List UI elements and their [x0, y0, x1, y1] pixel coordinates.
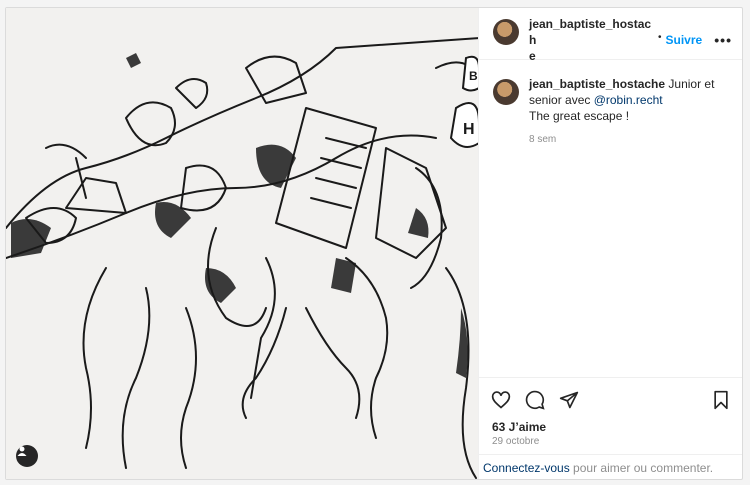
caption-text: jean_baptiste_hostache Junior et senior …	[529, 76, 719, 148]
post-date: 29 octobre	[492, 436, 540, 447]
likes-count[interactable]: 63 J’aime	[492, 420, 546, 434]
comic-illustration: B H	[6, 37, 478, 479]
login-link[interactable]: Connectez-vous	[483, 461, 570, 475]
login-prompt-text: pour aimer ou commenter.	[569, 461, 714, 475]
speech-letter: B	[469, 69, 478, 83]
post-sidebar: jean_baptiste_hostach e • Suivre ••• jea…	[479, 8, 742, 479]
speech-letter: H	[463, 121, 475, 138]
share-icon[interactable]	[559, 390, 579, 421]
username-link[interactable]: jean_baptiste_hostach e	[529, 16, 654, 64]
post-image[interactable]: B H	[6, 8, 479, 479]
caption-username[interactable]: jean_baptiste_hostache	[529, 77, 665, 91]
caption-comment: jean_baptiste_hostache Junior et senior …	[479, 60, 742, 148]
caption-body: The great escape !	[529, 109, 630, 123]
user-tag-button[interactable]	[16, 445, 38, 467]
post-frame: B H jean_baptiste_hostach e • Suivre •••…	[5, 7, 743, 480]
avatar[interactable]	[493, 79, 519, 105]
follow-button[interactable]: Suivre	[666, 33, 703, 47]
username-line: e	[529, 49, 536, 63]
avatar[interactable]	[493, 19, 519, 45]
mention-link[interactable]: @robin.recht	[594, 93, 663, 107]
comment-icon[interactable]	[525, 390, 545, 421]
more-icon[interactable]: •••	[714, 32, 732, 48]
login-prompt: Connectez-vous pour aimer ou commenter.	[479, 454, 742, 479]
caption-age[interactable]: 8 sem	[529, 132, 719, 148]
action-bar	[479, 377, 742, 421]
heart-icon[interactable]	[491, 390, 511, 421]
username-line: jean_baptiste_hostach	[529, 17, 652, 47]
bookmark-icon[interactable]	[712, 390, 730, 421]
post-header: jean_baptiste_hostach e • Suivre •••	[479, 8, 742, 63]
separator-dot: •	[658, 32, 662, 43]
